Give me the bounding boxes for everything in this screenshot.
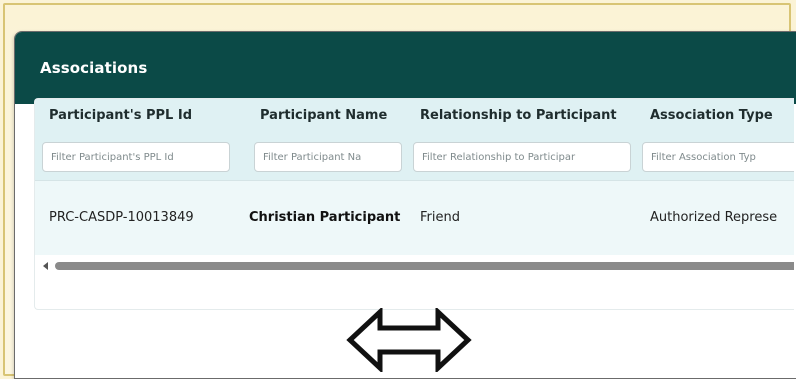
- column-header-association-type[interactable]: Association Type: [650, 108, 773, 123]
- panel-header: Associations: [15, 32, 796, 104]
- filter-participant-name-input[interactable]: [254, 142, 402, 172]
- associations-grid: Participant's PPL Id Participant Name Re…: [34, 98, 794, 310]
- filter-row: [35, 136, 794, 181]
- cell-ppl-id: PRC-CASDP-10013849: [49, 210, 194, 225]
- column-header-row: Participant's PPL Id Participant Name Re…: [35, 99, 794, 136]
- table-row[interactable]: PRC-CASDP-10013849 Christian Participant…: [35, 181, 794, 255]
- column-header-participant-name[interactable]: Participant Name: [260, 108, 387, 123]
- scrollbar-thumb[interactable]: [55, 262, 794, 270]
- filter-association-type-input[interactable]: [642, 142, 794, 172]
- panel-title: Associations: [40, 59, 148, 77]
- column-header-relationship[interactable]: Relationship to Participant: [420, 108, 617, 123]
- double-arrow-horizontal-icon: [346, 308, 472, 372]
- horizontal-scrollbar[interactable]: [35, 262, 794, 272]
- filter-ppl-id-input[interactable]: [42, 142, 230, 172]
- cell-participant-name: Christian Participant: [249, 210, 401, 225]
- column-header-ppl-id[interactable]: Participant's PPL Id: [49, 108, 192, 123]
- filter-relationship-input[interactable]: [413, 142, 631, 172]
- scroll-left-arrow-icon[interactable]: [43, 262, 48, 270]
- cell-relationship: Friend: [420, 210, 460, 225]
- cell-association-type: Authorized Represe: [650, 210, 778, 225]
